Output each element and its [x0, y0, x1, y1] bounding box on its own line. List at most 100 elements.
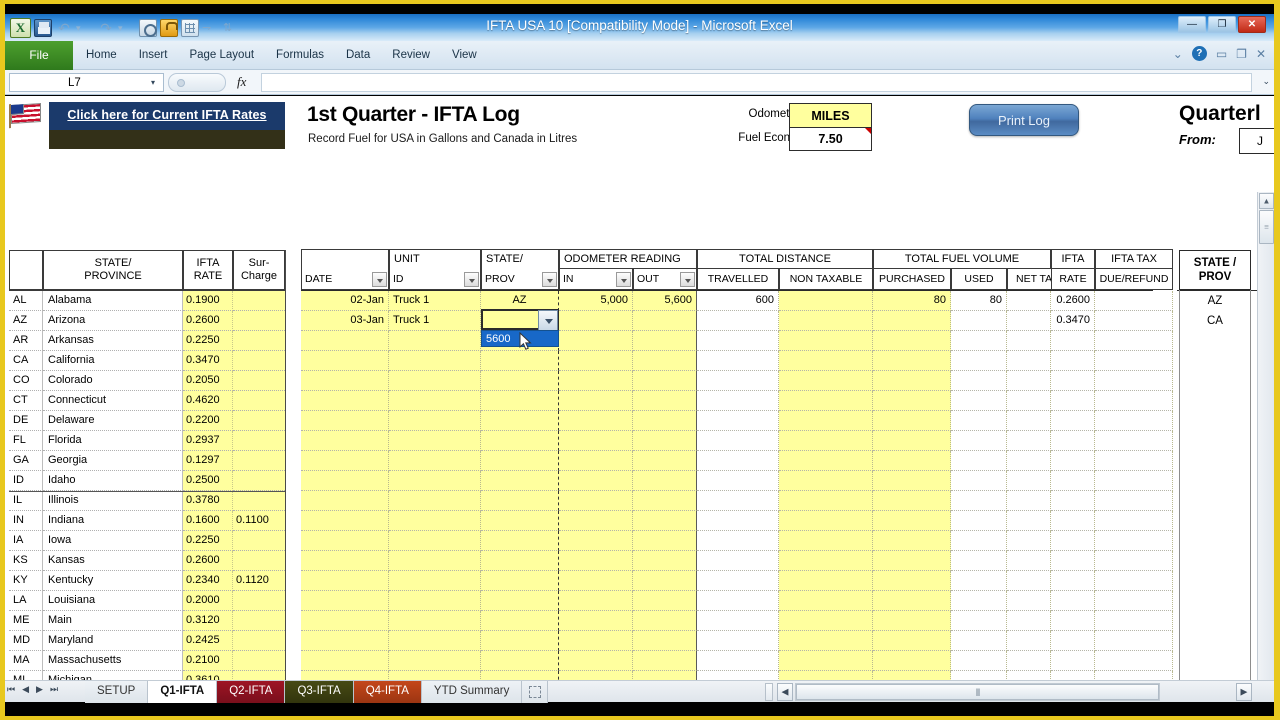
log-cell-net-taxable[interactable] — [1007, 471, 1051, 491]
log-row[interactable] — [301, 531, 1173, 551]
log-cell-net-taxable[interactable] — [1007, 671, 1051, 680]
log-cell-state[interactable] — [481, 391, 559, 411]
log-cell-odo-out[interactable] — [633, 331, 697, 351]
log-cell-non-taxable[interactable] — [779, 371, 873, 391]
log-cell-unit[interactable]: Truck 1 — [389, 291, 481, 311]
log-cell-used[interactable] — [951, 411, 1007, 431]
log-cell-used[interactable] — [951, 631, 1007, 651]
rates-cell-state[interactable]: Indiana — [43, 511, 183, 531]
log-cell-non-taxable[interactable] — [779, 291, 873, 311]
rates-cell-code[interactable]: FL — [9, 431, 43, 451]
log-cell-rate[interactable] — [1051, 651, 1095, 671]
log-cell-net-taxable[interactable] — [1007, 571, 1051, 591]
log-cell-odo-out[interactable] — [633, 651, 697, 671]
rates-cell-state[interactable]: Florida — [43, 431, 183, 451]
log-cell-used[interactable] — [951, 671, 1007, 680]
rates-cell-rate[interactable]: 0.2000 — [183, 591, 233, 611]
rates-cell-state[interactable]: Main — [43, 611, 183, 631]
log-cell-date[interactable] — [301, 651, 389, 671]
log-row[interactable] — [301, 411, 1173, 431]
log-cell-used[interactable] — [951, 471, 1007, 491]
rates-cell-rate[interactable]: 0.2500 — [183, 471, 233, 491]
log-cell-net-taxable[interactable] — [1007, 591, 1051, 611]
log-cell-non-taxable[interactable] — [779, 591, 873, 611]
log-cell-purchased[interactable] — [873, 551, 951, 571]
log-cell-rate[interactable] — [1051, 511, 1095, 531]
rates-cell-rate[interactable]: 0.1297 — [183, 451, 233, 471]
log-row[interactable]: 02-Jan Truck 1 AZ 5,000 5,600 600 80 80 0.2600 — [301, 291, 1173, 311]
tab-formulas[interactable]: Formulas — [265, 41, 335, 70]
rates-cell-rate[interactable]: 0.3610 — [183, 671, 233, 680]
log-cell-odo-out[interactable] — [633, 671, 697, 680]
log-cell-odo-out[interactable] — [633, 611, 697, 631]
log-cell-rate[interactable] — [1051, 391, 1095, 411]
rates-cell-code[interactable]: DE — [9, 411, 43, 431]
log-cell-rate[interactable] — [1051, 591, 1095, 611]
log-cell-purchased[interactable] — [873, 611, 951, 631]
log-cell-odo-in[interactable] — [559, 391, 633, 411]
rates-cell-state[interactable]: Illinois — [43, 491, 183, 511]
log-cell-date[interactable] — [301, 391, 389, 411]
rates-cell-state[interactable]: Idaho — [43, 471, 183, 491]
log-cell-travelled[interactable] — [697, 431, 779, 451]
log-cell-net-taxable[interactable] — [1007, 451, 1051, 471]
log-cell-travelled[interactable] — [697, 351, 779, 371]
log-cell-net-taxable[interactable] — [1007, 651, 1051, 671]
log-cell-date[interactable] — [301, 331, 389, 351]
log-cell-due-refund[interactable] — [1095, 411, 1173, 431]
prev-sheet-icon[interactable]: ◀ — [22, 684, 29, 695]
tab-insert[interactable]: Insert — [128, 41, 179, 70]
log-cell-used[interactable] — [951, 551, 1007, 571]
log-cell-due-refund[interactable] — [1095, 471, 1173, 491]
rates-cell-surcharge[interactable] — [233, 351, 285, 371]
log-cell-rate[interactable]: 0.3470 — [1051, 311, 1095, 331]
formula-bar-buttons[interactable] — [168, 73, 226, 92]
log-cell-state[interactable] — [481, 431, 559, 451]
cell-dropdown-arrow-icon[interactable] — [538, 310, 558, 331]
rates-cell-surcharge[interactable] — [233, 651, 285, 671]
log-cell-rate[interactable] — [1051, 631, 1095, 651]
log-cell-state[interactable]: AZ — [481, 291, 559, 311]
rates-cell-code[interactable]: CT — [9, 391, 43, 411]
expand-formula-bar-icon[interactable]: ⌄ — [1262, 76, 1270, 87]
doc-close-icon[interactable]: ✕ — [1256, 47, 1266, 61]
log-cell-used[interactable] — [951, 491, 1007, 511]
log-cell-state[interactable] — [481, 531, 559, 551]
sheet-tab-q3-ifta[interactable]: Q3-IFTA — [285, 681, 354, 703]
rates-cell-surcharge[interactable] — [233, 631, 285, 651]
log-cell-unit[interactable] — [389, 631, 481, 651]
log-row[interactable] — [301, 671, 1173, 680]
log-cell-date[interactable] — [301, 411, 389, 431]
log-cell-non-taxable[interactable] — [779, 611, 873, 631]
log-cell-travelled[interactable] — [697, 671, 779, 680]
log-cell-state[interactable] — [481, 511, 559, 531]
log-cell-purchased[interactable] — [873, 491, 951, 511]
log-row[interactable] — [301, 391, 1173, 411]
save-icon[interactable] — [34, 19, 52, 37]
log-cell-odo-out[interactable] — [633, 531, 697, 551]
log-cell-used[interactable]: 80 — [951, 291, 1007, 311]
fuel-economy-value[interactable]: 7.50 — [789, 128, 872, 151]
rates-cell-rate[interactable]: 0.2937 — [183, 431, 233, 451]
log-cell-odo-out[interactable] — [633, 631, 697, 651]
log-cell-purchased[interactable] — [873, 591, 951, 611]
rates-cell-rate[interactable]: 0.2050 — [183, 371, 233, 391]
scroll-left-button[interactable]: ◀ — [777, 683, 793, 701]
horizontal-scrollbar[interactable]: ◀ ▶ — [765, 683, 1252, 701]
log-cell-due-refund[interactable] — [1095, 591, 1173, 611]
rates-cell-code[interactable]: AR — [9, 331, 43, 351]
log-cell-net-taxable[interactable] — [1007, 531, 1051, 551]
log-cell-due-refund[interactable] — [1095, 531, 1173, 551]
log-cell-purchased[interactable] — [873, 631, 951, 651]
customize-qat-icon[interactable]: ⇁ — [202, 19, 220, 37]
rates-cell-code[interactable]: IN — [9, 511, 43, 531]
worksheet-canvas[interactable]: Click here for Current IFTA Rates STATE/… — [5, 96, 1274, 680]
summary-cell-state[interactable]: CA — [1179, 311, 1251, 331]
log-cell-non-taxable[interactable] — [779, 431, 873, 451]
rates-cell-state[interactable]: California — [43, 351, 183, 371]
log-cell-travelled[interactable] — [697, 531, 779, 551]
rates-cell-state[interactable]: Michigan — [43, 671, 183, 680]
rates-cell-surcharge[interactable] — [233, 671, 285, 680]
log-cell-odo-out[interactable] — [633, 491, 697, 511]
rates-cell-code[interactable]: MD — [9, 631, 43, 651]
